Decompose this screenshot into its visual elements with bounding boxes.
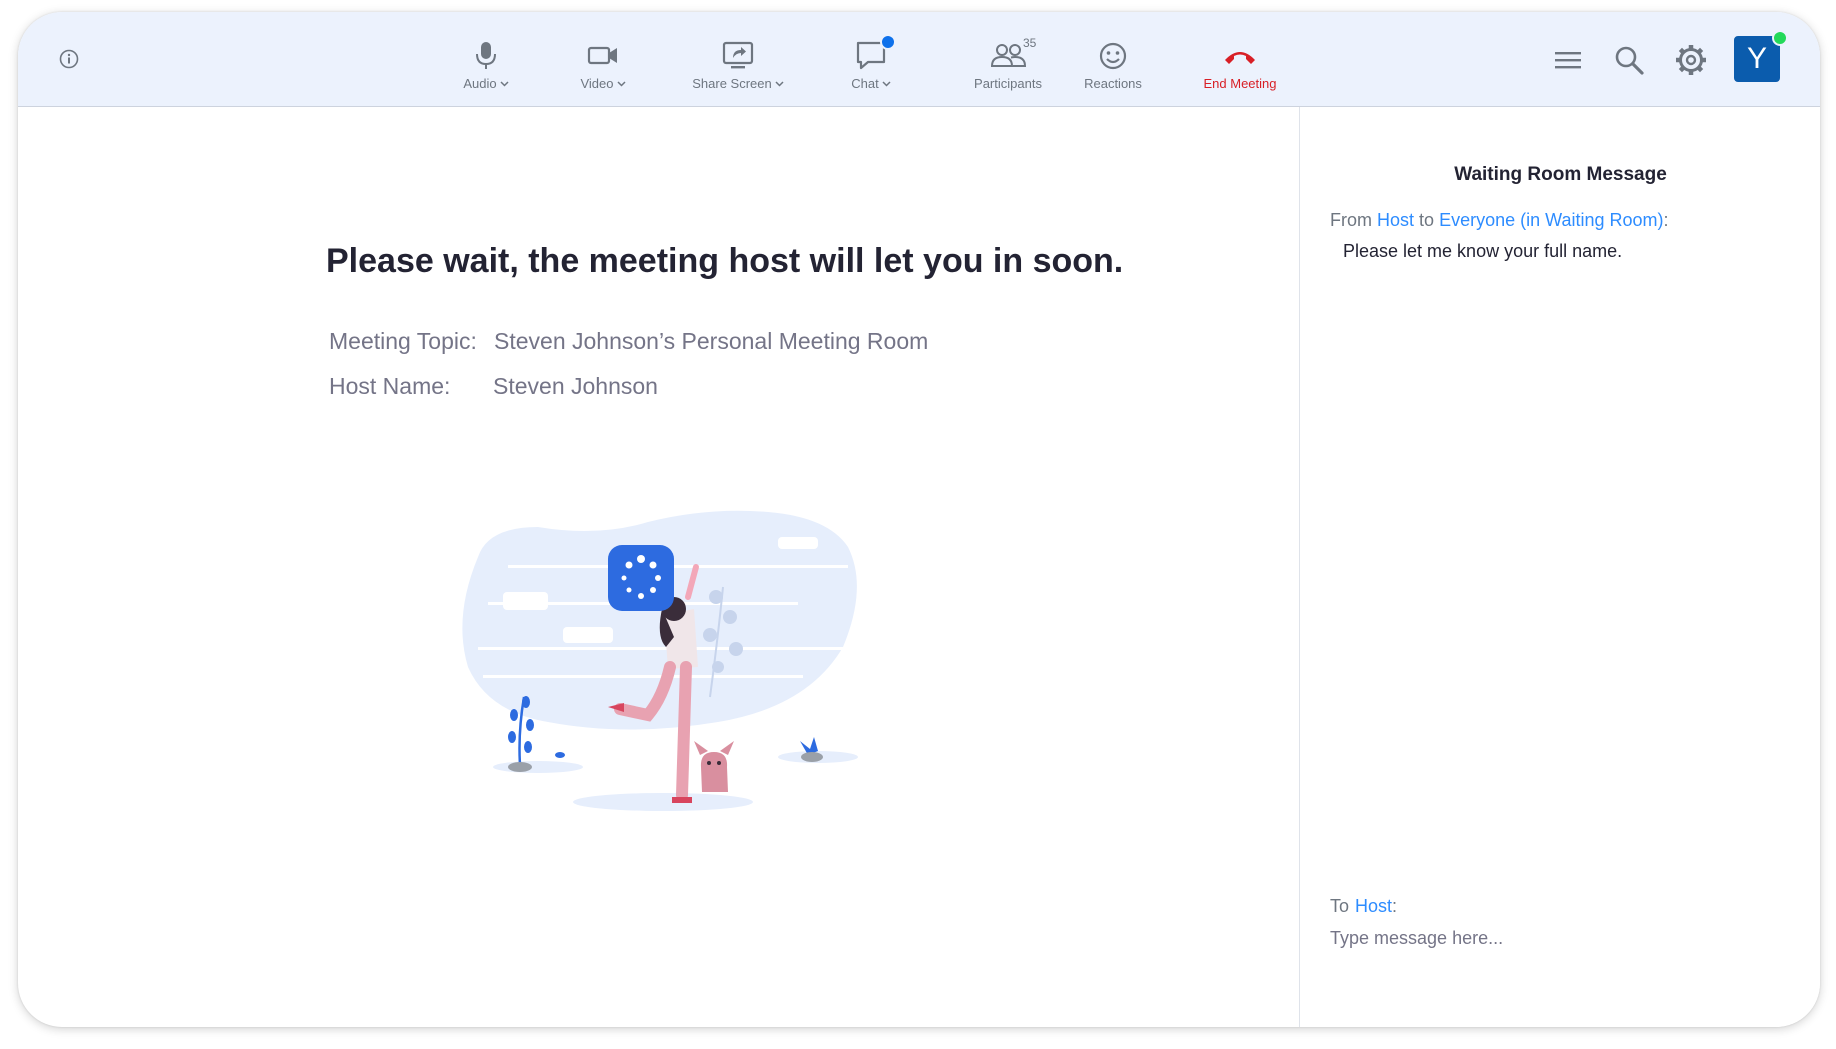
to-suffix: : (1392, 896, 1398, 916)
audio-button[interactable]: Audio (443, 38, 529, 100)
video-button[interactable]: Video (558, 38, 648, 100)
chat-button[interactable]: Chat (830, 34, 912, 100)
from-prefix: From (1330, 210, 1372, 230)
share-screen-label: Share Screen (692, 76, 772, 91)
search-icon[interactable] (1611, 42, 1647, 78)
page-title: Please wait, the meeting host will let y… (326, 242, 1124, 280)
presence-status-dot (1772, 30, 1788, 46)
chat-label: Chat (851, 76, 879, 91)
message-header: From Host to Everyone (in Waiting Room): (1330, 210, 1669, 231)
video-label: Video (580, 76, 614, 91)
meeting-topic-label: Meeting Topic: (329, 328, 477, 354)
share-screen-icon (678, 38, 798, 72)
video-camera-icon (558, 38, 648, 72)
to-recipient-link[interactable]: Host (1355, 896, 1392, 916)
message-input[interactable] (1328, 922, 1792, 954)
info-icon[interactable] (58, 48, 80, 70)
from-suffix: : (1663, 210, 1669, 230)
reactions-icon (1072, 38, 1154, 72)
zoom-window: Audio Video Share Screen Chat 35 Partici… (18, 12, 1820, 1027)
chat-message: Please let me know your full name. (1343, 241, 1623, 261)
participants-count: 35 (1023, 36, 1037, 50)
waiting-room-chat-panel: Waiting Room Message From Host to Everyo… (1299, 107, 1820, 1027)
end-meeting-label: End Meeting (1203, 76, 1277, 91)
waiting-room-main: Please wait, the meeting host will let y… (18, 107, 1298, 1027)
reactions-button[interactable]: Reactions (1072, 38, 1154, 100)
share-screen-button[interactable]: Share Screen (678, 38, 798, 100)
audio-label: Audio (463, 76, 497, 91)
menu-icon[interactable] (1550, 42, 1586, 78)
gear-icon[interactable] (1673, 42, 1709, 78)
end-call-icon (1190, 38, 1290, 72)
reactions-label: Reactions (1084, 76, 1142, 91)
recipient-selector: To Host: (1330, 896, 1397, 917)
meeting-topic-value: Steven Johnson’s Personal Meeting Room (494, 328, 929, 354)
host-name-value: Steven Johnson (493, 373, 658, 399)
waiting-illustration (462, 510, 858, 811)
chevron-down-icon[interactable] (775, 75, 784, 90)
chevron-down-icon[interactable] (882, 75, 891, 90)
meeting-toolbar: Audio Video Share Screen Chat 35 Partici… (18, 12, 1820, 107)
to-prefix: To (1330, 896, 1350, 916)
chat-notification-dot (880, 34, 896, 50)
end-meeting-button[interactable]: End Meeting (1190, 38, 1290, 100)
panel-title: Waiting Room Message (1454, 164, 1667, 185)
sender-link[interactable]: Host (1377, 210, 1414, 230)
from-to-word: to (1419, 210, 1435, 230)
participants-label: Participants (974, 76, 1042, 91)
microphone-icon (443, 38, 529, 72)
participants-icon: 35 (953, 36, 1063, 72)
chevron-down-icon[interactable] (500, 75, 509, 90)
recipient-link[interactable]: Everyone (in Waiting Room) (1439, 210, 1663, 230)
host-name-label: Host Name: (329, 373, 451, 399)
participants-button[interactable]: 35 Participants (953, 36, 1063, 100)
chat-icon (830, 34, 912, 72)
meeting-topic-row: Meeting Topic: Steven Johnson’s Personal… (329, 328, 928, 355)
chevron-down-icon[interactable] (616, 75, 626, 90)
host-name-row: Host Name: Steven Johnson (329, 373, 658, 400)
